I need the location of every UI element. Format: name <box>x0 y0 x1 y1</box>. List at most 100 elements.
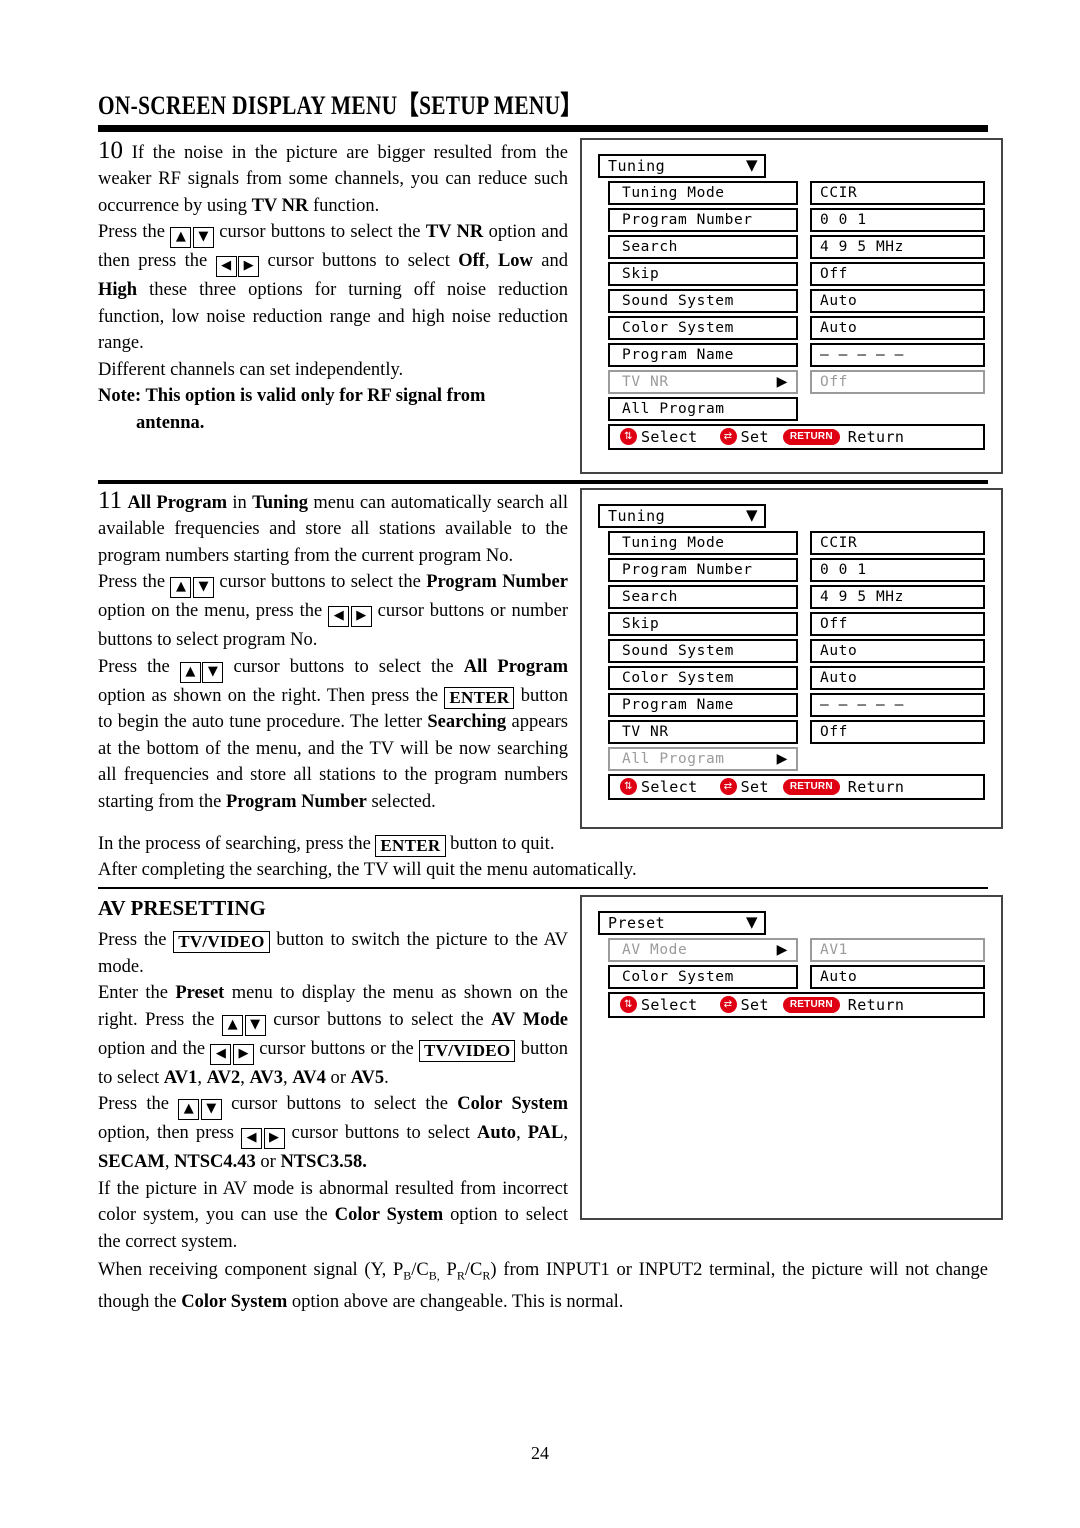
chevron-down-icon: ▼ <box>745 913 758 932</box>
osd-row-value: CCIR <box>820 184 858 201</box>
osd-row-value-cell[interactable]: 4 9 5 MHz <box>810 234 985 259</box>
osd-row-value-cell[interactable]: Auto <box>810 964 985 989</box>
osd-row[interactable]: Tuning Mode CCIR <box>608 530 985 555</box>
osd-row-label: Tuning Mode <box>622 184 725 201</box>
note-body: This option is valid only for RF signal … <box>141 386 486 407</box>
osd-row[interactable]: Program Number 0 0 1 <box>608 557 985 582</box>
osd-row-value-cell[interactable]: Off <box>810 611 985 636</box>
osd-row-label-cell[interactable]: Sound System <box>608 288 798 313</box>
osd-row-value-cell[interactable]: Off <box>810 719 985 744</box>
osd-row-value-cell[interactable]: Auto <box>810 665 985 690</box>
osd-hint-bar: ⇅ Select ⇄ Set RETURN Return <box>608 423 985 450</box>
osd-row-label-cell[interactable]: Color System <box>608 315 798 340</box>
osd-row[interactable]: Program Name – – – – – <box>608 692 985 717</box>
osd-row-value-cell[interactable]: AV1 <box>810 937 985 962</box>
osd-row-value-cell[interactable]: Off <box>810 261 985 286</box>
osd-row[interactable]: All Program <box>608 396 985 421</box>
text-bold: Off <box>458 251 485 272</box>
osd-row-label-cell[interactable]: AV Mode ▶ <box>608 937 798 962</box>
osd-row[interactable]: Color System Auto <box>608 964 985 989</box>
updown-icon: ⇅ <box>620 778 637 796</box>
text-bold: Searching <box>427 712 507 733</box>
osd-row-value: 4 9 5 MHz <box>820 588 904 605</box>
osd-row-label-cell[interactable]: TV NR ▶ <box>608 369 798 394</box>
osd-row-value-cell[interactable]: Auto <box>810 315 985 340</box>
osd-row[interactable]: Sound System Auto <box>608 288 985 313</box>
osd-row[interactable]: Color System Auto <box>608 665 985 690</box>
osd-row-value-cell[interactable]: 0 0 1 <box>810 557 985 582</box>
osd-row-label-cell[interactable]: Skip <box>608 611 798 636</box>
osd-row-highlighted[interactable]: All Program ▶ <box>608 746 985 771</box>
text: , <box>197 1067 207 1088</box>
osd-hint-bar: ⇅ Select ⇄ Set RETURN Return <box>608 773 985 800</box>
osd-row[interactable]: Program Name – – – – – <box>608 342 985 367</box>
osd-row-label: TV NR <box>622 373 669 390</box>
text: Press the <box>98 1094 179 1115</box>
osd-row-label-cell[interactable]: Sound System <box>608 638 798 663</box>
text: Press the <box>98 656 180 677</box>
osd-row-label-cell[interactable]: All Program ▶ <box>608 746 798 771</box>
osd-row-label-cell[interactable]: Program Name <box>608 692 798 717</box>
osd-screenshot-tuning-2: Tuning ▼ Tuning Mode CCIR Program Number… <box>580 487 1003 829</box>
title-divider <box>98 124 988 132</box>
osd-row-value-cell[interactable]: CCIR <box>810 530 985 555</box>
leftright-icon: ⇄ <box>719 428 737 446</box>
text: cursor buttons to select <box>284 1123 477 1144</box>
text: , <box>563 1123 569 1144</box>
text: option on the menu, press the <box>98 601 329 622</box>
osd-row[interactable]: Skip Off <box>608 261 985 286</box>
osd-menu-title[interactable]: Tuning ▼ <box>598 503 766 528</box>
osd-row-label-cell[interactable]: Search <box>608 234 798 259</box>
osd-row-label-cell[interactable]: Tuning Mode <box>608 180 798 205</box>
enter-key: ENTER <box>444 686 515 709</box>
osd-row-label-cell[interactable]: Search <box>608 584 798 609</box>
osd-row[interactable]: Search 4 9 5 MHz <box>608 584 985 609</box>
osd-row-value-cell[interactable]: CCIR <box>810 180 985 205</box>
osd-row-label-cell[interactable]: Program Number <box>608 207 798 232</box>
paragraph: After completing the searching, the TV w… <box>98 860 637 881</box>
osd-row-label-cell[interactable]: TV NR <box>608 719 798 744</box>
osd-row-value-cell[interactable]: Auto <box>810 288 985 313</box>
tv-video-key: TV/VIDEO <box>418 1039 516 1062</box>
text: Press the <box>98 930 174 951</box>
osd-row[interactable]: TV NR Off <box>608 719 985 744</box>
osd-row-label-cell[interactable]: Color System <box>608 665 798 690</box>
osd-row-label-cell[interactable]: Skip <box>608 261 798 286</box>
text: or <box>255 1152 281 1173</box>
osd-row-label: Sound System <box>622 642 734 659</box>
osd-row-highlighted[interactable]: AV Mode ▶ AV1 <box>608 937 985 962</box>
osd-row-label-cell[interactable]: Color System <box>608 964 798 989</box>
section-av-text: AV PRESETTING Press the TV/VIDEO button … <box>98 895 568 1256</box>
osd-row-label: Search <box>622 588 678 605</box>
osd-row-value-cell[interactable]: 0 0 1 <box>810 207 985 232</box>
osd-menu-title[interactable]: Preset ▼ <box>598 910 766 935</box>
osd-menu-title[interactable]: Tuning ▼ <box>598 153 766 178</box>
osd-row-label: All Program <box>622 750 725 767</box>
osd-row[interactable]: Search 4 9 5 MHz <box>608 234 985 259</box>
osd-row-value: CCIR <box>820 534 858 551</box>
leftright-icon: ⇄ <box>719 996 737 1014</box>
text: option, then press <box>98 1123 241 1144</box>
osd-row-label-cell[interactable]: Program Name <box>608 342 798 367</box>
osd-row-value-cell[interactable]: – – – – – <box>810 342 985 367</box>
osd-menu-tuning: Tuning ▼ Tuning Mode CCIR Program Number… <box>598 153 985 450</box>
osd-row[interactable]: Color System Auto <box>608 315 985 340</box>
osd-row-label-cell[interactable]: Tuning Mode <box>608 530 798 555</box>
osd-row[interactable]: Tuning Mode CCIR <box>608 180 985 205</box>
osd-row-value-cell[interactable]: 4 9 5 MHz <box>810 584 985 609</box>
osd-row[interactable]: Skip Off <box>608 611 985 636</box>
osd-row-label-cell[interactable]: Program Number <box>608 557 798 582</box>
osd-row[interactable]: Program Number 0 0 1 <box>608 207 985 232</box>
osd-row[interactable]: Sound System Auto <box>608 638 985 663</box>
subscript: R <box>456 1268 465 1283</box>
cursor-up-icon: ▲ <box>179 661 201 683</box>
osd-row-highlighted[interactable]: TV NR ▶ Off <box>608 369 985 394</box>
chevron-down-icon: ▼ <box>745 506 758 525</box>
osd-row-value-cell[interactable]: Off <box>810 369 985 394</box>
paragraph: Press the TV/VIDEO button to switch the … <box>98 927 568 980</box>
osd-row-label-cell[interactable]: All Program <box>608 396 798 421</box>
osd-row-value-cell[interactable]: Auto <box>810 638 985 663</box>
osd-row-value-cell[interactable]: – – – – – <box>810 692 985 717</box>
text: , <box>283 1067 293 1088</box>
osd-row-value: Off <box>820 723 848 740</box>
